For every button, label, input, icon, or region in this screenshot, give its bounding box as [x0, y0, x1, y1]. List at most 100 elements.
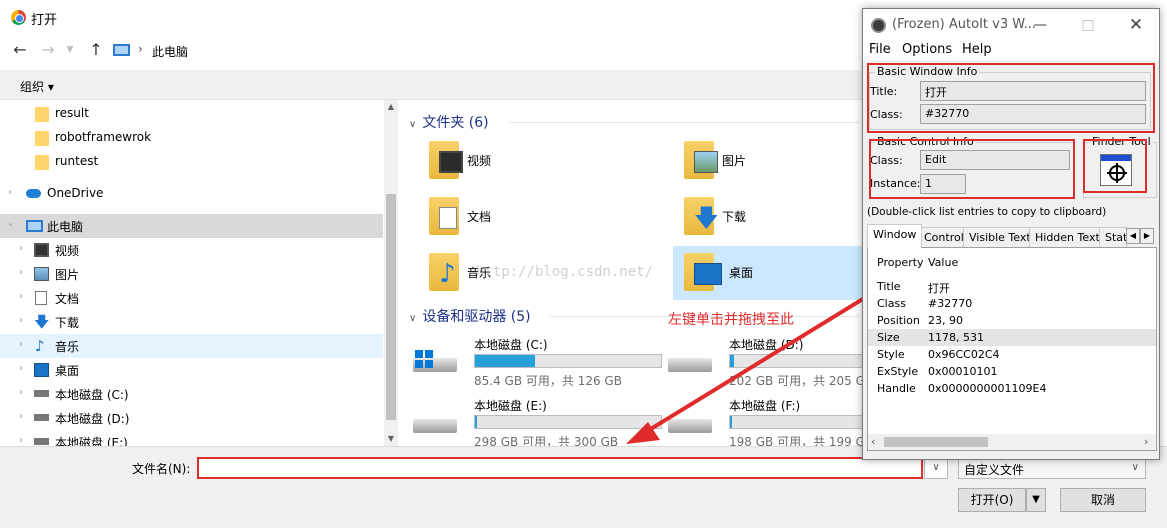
table-row[interactable]: Handle 0x0000000001109E4	[868, 380, 1156, 397]
drive-tile-e[interactable]: 本地磁盘 (E:) 298 GB 可用，共 300 GB	[399, 395, 662, 446]
drives-group-header[interactable]: ∨ 设备和驱动器 (5)	[409, 306, 531, 326]
nav-item-desktop[interactable]: › 桌面	[0, 358, 383, 382]
scroll-thumb[interactable]	[884, 437, 988, 447]
table-row[interactable]: Position 23, 90	[868, 312, 1156, 329]
drive-tile-d[interactable]: 本地磁盘 (D:) 202 GB 可用，共 205 GB	[654, 334, 862, 390]
nav-item-video[interactable]: › 视频	[0, 238, 383, 262]
nav-item-this-pc[interactable]: › 此电脑	[0, 214, 383, 238]
collapse-chevron-icon[interactable]: ∨	[409, 119, 416, 130]
drive-usage-bar	[474, 415, 662, 429]
back-arrow-icon[interactable]: ←	[10, 40, 30, 60]
table-row[interactable]: Size 1178, 531	[868, 329, 1156, 346]
drive-tile-c[interactable]: 本地磁盘 (C:) 85.4 GB 可用，共 126 GB	[399, 334, 662, 390]
expand-chevron-icon[interactable]: ›	[19, 315, 23, 326]
tab-window[interactable]: Window	[867, 224, 923, 248]
tab-scroll-right-icon[interactable]: ▶	[1140, 228, 1154, 244]
table-row[interactable]: Style 0x96CC02C4	[868, 346, 1156, 363]
drive-tile-f[interactable]: 本地磁盘 (F:) 198 GB 可用，共 199 GB	[654, 395, 862, 446]
filetype-select[interactable]: 自定义文件 ∨	[958, 457, 1146, 479]
nav-item-drive-d[interactable]: › 本地磁盘 (D:)	[0, 406, 383, 430]
list-horizontal-scrollbar[interactable]: ‹ ›	[868, 434, 1156, 450]
folder-tile-downloads[interactable]: 🡇 下载	[676, 192, 846, 242]
nav-item-drive-e[interactable]: › 本地磁盘 (E:)	[0, 430, 383, 446]
expand-chevron-icon[interactable]: ›	[19, 387, 23, 398]
scroll-thumb[interactable]	[386, 194, 396, 420]
forward-arrow-icon[interactable]: →	[38, 40, 58, 60]
menu-file[interactable]: File	[869, 42, 891, 57]
expand-chevron-icon[interactable]: ›	[19, 243, 23, 254]
up-arrow-icon[interactable]: ↑	[86, 40, 106, 60]
open-split-chevron-icon[interactable]: ▼	[1026, 488, 1046, 512]
tab-control[interactable]: Control	[918, 227, 970, 247]
expand-chevron-icon[interactable]: ›	[8, 187, 12, 198]
folder-tile-documents[interactable]: 文档	[421, 192, 591, 242]
expand-chevron-icon[interactable]: ›	[19, 267, 23, 278]
property-list[interactable]: Property Value Title 打开 Class #32770 Posit…	[867, 247, 1157, 451]
nav-item-downloads[interactable]: › 🡇 下载	[0, 310, 383, 334]
expand-chevron-icon[interactable]: ›	[19, 435, 23, 446]
scroll-up-icon[interactable]: ▲	[384, 100, 398, 114]
nav-item-robotframewrok[interactable]: robotframewrok	[0, 126, 383, 150]
nav-item-label: robotframewrok	[55, 130, 152, 144]
history-chevron-icon[interactable]: ▼	[60, 40, 80, 60]
drive-icon	[34, 390, 49, 397]
menu-help[interactable]: Help	[962, 42, 992, 57]
desktop-folder-icon	[684, 253, 722, 291]
expand-chevron-icon[interactable]: ›	[5, 223, 16, 227]
drive-space-text: 298 GB 可用，共 300 GB	[474, 435, 619, 446]
tab-statusbar[interactable]: Stat	[1099, 227, 1127, 247]
drive-icon	[413, 419, 457, 433]
scroll-right-icon[interactable]: ›	[1144, 435, 1148, 448]
filename-label: 文件名(N):	[132, 462, 191, 476]
drive-usage-fill	[475, 355, 535, 367]
nav-item-label: 本地磁盘 (D:)	[55, 412, 130, 426]
table-row[interactable]: Class #32770	[868, 295, 1156, 312]
maximize-icon[interactable]: □	[1075, 15, 1101, 35]
collapse-chevron-icon[interactable]: ∨	[409, 313, 416, 324]
breadcrumb-separator-icon: ›	[138, 42, 143, 56]
drive-usage-fill	[730, 355, 734, 367]
nav-item-result[interactable]: result	[0, 102, 383, 126]
close-icon[interactable]: ✕	[1123, 15, 1149, 35]
expand-chevron-icon[interactable]: ›	[19, 339, 23, 350]
property-name: ExStyle	[877, 365, 919, 378]
drive-name: 本地磁盘 (C:)	[474, 338, 548, 352]
scroll-down-icon[interactable]: ▼	[384, 432, 398, 446]
nav-item-drive-c[interactable]: › 本地磁盘 (C:)	[0, 382, 383, 406]
column-header-property[interactable]: Property	[877, 256, 924, 269]
tab-scroll-left-icon[interactable]: ◀	[1126, 228, 1140, 244]
expand-chevron-icon[interactable]: ›	[19, 363, 23, 374]
minimize-icon[interactable]: —	[1027, 15, 1053, 35]
column-header-value[interactable]: Value	[928, 256, 958, 269]
nav-item-onedrive[interactable]: › OneDrive	[0, 182, 383, 206]
menu-options[interactable]: Options	[902, 42, 952, 57]
breadcrumb[interactable]: 此电脑	[152, 43, 188, 60]
filename-input[interactable]	[197, 457, 923, 479]
drive-icon	[668, 419, 712, 433]
open-button[interactable]: 打开(O)	[958, 488, 1026, 512]
expand-chevron-icon[interactable]: ›	[19, 291, 23, 302]
nav-item-music[interactable]: › ♪ 音乐	[0, 334, 383, 358]
expand-chevron-icon[interactable]: ›	[19, 411, 23, 422]
finder-icon-hline	[1107, 172, 1127, 174]
drive-icon	[34, 414, 49, 421]
filename-dropdown-chevron-icon[interactable]: ∨	[924, 457, 948, 479]
folder-tile-pictures[interactable]: 图片	[676, 136, 846, 186]
picture-folder-icon	[684, 141, 718, 179]
folder-tile-desktop[interactable]: 桌面	[673, 246, 862, 300]
table-row[interactable]: ExStyle 0x00010101	[868, 363, 1156, 380]
nav-item-pictures[interactable]: › 图片	[0, 262, 383, 286]
windows-logo-icon	[415, 350, 433, 368]
nav-scrollbar[interactable]: ▲ ▼	[384, 100, 398, 446]
tab-hidden-text[interactable]: Hidden Text	[1029, 227, 1106, 247]
finder-tool-crosshair-icon[interactable]	[1100, 154, 1132, 186]
cancel-button[interactable]: 取消	[1060, 488, 1146, 512]
table-row[interactable]: Title 打开	[868, 278, 1156, 295]
folders-group-header[interactable]: ∨ 文件夹 (6)	[409, 112, 489, 132]
tab-visible-text[interactable]: Visible Text	[963, 227, 1037, 247]
nav-item-runtest[interactable]: runtest	[0, 150, 383, 174]
organize-button[interactable]: 组织 ▾	[20, 78, 54, 95]
scroll-left-icon[interactable]: ‹	[871, 435, 875, 448]
nav-item-documents[interactable]: › 文档	[0, 286, 383, 310]
folder-tile-video[interactable]: 视频	[421, 136, 591, 186]
